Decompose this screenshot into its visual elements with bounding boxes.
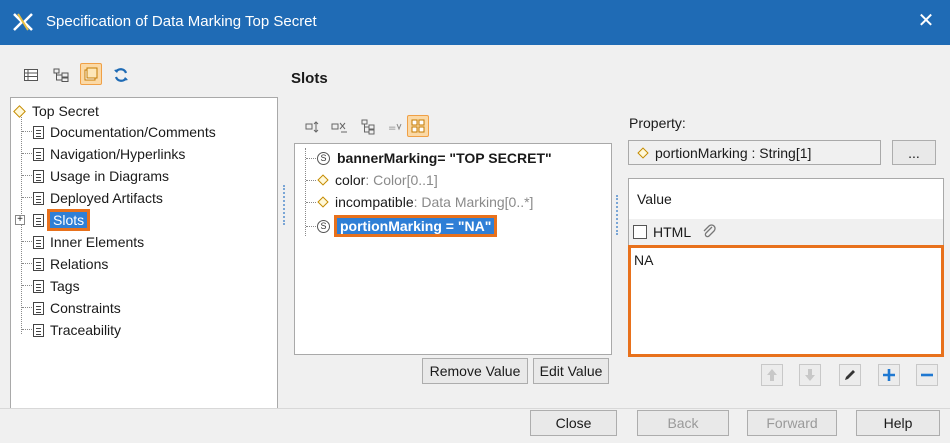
expand-all-icon[interactable] — [303, 116, 325, 138]
tree-item-label: Usage in Diagrams — [50, 168, 170, 184]
page-title: Slots — [291, 70, 328, 87]
list-view-icon[interactable] — [20, 64, 42, 86]
tree-item-navigation[interactable]: Navigation/Hyperlinks — [33, 144, 185, 164]
property-icon — [637, 146, 649, 159]
slot-name: incompatible — [335, 194, 414, 210]
page-icon — [33, 279, 44, 293]
slot-name: bannerMarking — [337, 150, 438, 166]
page-icon — [33, 191, 44, 205]
slot-name: color — [335, 172, 366, 188]
page-icon — [33, 301, 44, 315]
tree-item-usage[interactable]: Usage in Diagrams — [33, 166, 169, 186]
property-label: Property: — [629, 115, 686, 131]
app-logo-icon — [13, 13, 33, 31]
expand-toggle[interactable]: + — [15, 210, 25, 230]
browse-button[interactable]: ... — [892, 140, 936, 165]
tree-item-label: Relations — [50, 256, 109, 272]
tree-item-slots[interactable]: Slots — [33, 209, 91, 231]
svg-text:=: = — [388, 123, 396, 134]
tree-view-icon[interactable] — [50, 64, 72, 86]
tree-item-label: Deployed Artifacts — [50, 190, 163, 206]
slot-portion-marking[interactable]: S portionMarking = "NA" — [317, 215, 498, 237]
data-marking-icon — [13, 104, 26, 118]
selected-slot-label: portionMarking = "NA" — [333, 215, 498, 237]
tree-item-label: Traceability — [50, 322, 122, 338]
move-down-icon[interactable] — [799, 364, 821, 386]
grid-view-icon[interactable] — [407, 115, 429, 137]
html-label: HTML — [653, 224, 692, 240]
slot-incompatible[interactable]: incompatible : Data Marking[0..*] — [317, 192, 533, 212]
add-icon[interactable] — [878, 364, 900, 386]
remove-value-button[interactable]: Remove Value — [422, 358, 528, 384]
property-icon — [317, 174, 329, 186]
hierarchy-icon[interactable] — [357, 116, 379, 138]
tree-item-label: Constraints — [50, 300, 121, 316]
value-text: NA — [634, 252, 654, 268]
slot-icon: S — [317, 151, 330, 165]
tree-item-deployed[interactable]: Deployed Artifacts — [33, 188, 163, 208]
collapse-all-icon[interactable] — [329, 116, 351, 138]
tree-root-label: Top Secret — [32, 103, 99, 119]
compartment-icon[interactable] — [80, 63, 102, 85]
tree-item-constraints[interactable]: Constraints — [33, 298, 121, 318]
page-icon — [33, 235, 44, 249]
window-title: Specification of Data Marking Top Secret — [46, 13, 317, 30]
page-icon — [33, 323, 44, 337]
page-icon — [33, 257, 44, 271]
right-splitter[interactable] — [616, 195, 618, 235]
tree-item-label: Documentation/Comments — [50, 124, 216, 140]
slot-type: : Color[0..1] — [365, 172, 438, 188]
page-icon — [33, 125, 44, 139]
slot-icon: S — [317, 219, 330, 233]
back-button[interactable]: Back — [637, 410, 729, 436]
sort-icon[interactable]: = — [384, 116, 406, 138]
tree-item-label: Slots — [46, 209, 91, 231]
title-bar: Specification of Data Marking Top Secret… — [0, 0, 950, 45]
close-icon[interactable]: ✕ — [914, 9, 938, 33]
html-toggle-row: HTML — [629, 219, 943, 245]
slot-value: = "TOP SECRET" — [437, 150, 552, 166]
value-text-area[interactable]: NA — [628, 245, 944, 357]
tree-item-tags[interactable]: Tags — [33, 276, 80, 296]
slot-type: : Data Marking[0..*] — [413, 194, 534, 210]
property-icon — [317, 196, 329, 208]
forward-button[interactable]: Forward — [747, 410, 837, 436]
property-field: portionMarking : String[1] — [628, 140, 881, 165]
value-header: Value — [637, 191, 672, 207]
tree-item-traceability[interactable]: Traceability — [33, 320, 121, 340]
property-value: portionMarking : String[1] — [655, 144, 812, 161]
slot-color[interactable]: color : Color[0..1] — [317, 170, 438, 190]
edit-icon[interactable] — [839, 364, 861, 386]
edit-value-button[interactable]: Edit Value — [533, 358, 609, 384]
left-splitter[interactable] — [283, 185, 285, 225]
slot-value: = "NA" — [441, 218, 492, 234]
remove-icon[interactable] — [916, 364, 938, 386]
tree-item-relations[interactable]: Relations — [33, 254, 108, 274]
tree-item-label: Tags — [50, 278, 80, 294]
tree-item-documentation[interactable]: Documentation/Comments — [33, 122, 216, 142]
html-checkbox[interactable] — [633, 225, 647, 239]
tree-item-inner-elements[interactable]: Inner Elements — [33, 232, 144, 252]
page-icon — [33, 169, 44, 183]
close-button[interactable]: Close — [530, 410, 617, 436]
tree-item-label: Inner Elements — [50, 234, 145, 250]
specification-tree: Top Secret Documentation/Comments Naviga… — [10, 97, 278, 409]
slot-banner-marking[interactable]: S bannerMarking = "TOP SECRET" — [317, 148, 552, 168]
move-up-icon[interactable] — [761, 364, 783, 386]
help-button[interactable]: Help — [856, 410, 940, 436]
tree-root-top-secret[interactable]: Top Secret — [13, 101, 99, 121]
slots-list: S bannerMarking = "TOP SECRET" color : C… — [294, 143, 612, 355]
attachment-icon[interactable] — [701, 224, 717, 240]
footer-divider — [0, 408, 950, 409]
page-icon — [33, 213, 44, 227]
slot-name: portionMarking — [340, 218, 442, 234]
refresh-icon[interactable] — [110, 64, 132, 86]
tree-item-label: Navigation/Hyperlinks — [50, 146, 186, 162]
page-icon — [33, 147, 44, 161]
